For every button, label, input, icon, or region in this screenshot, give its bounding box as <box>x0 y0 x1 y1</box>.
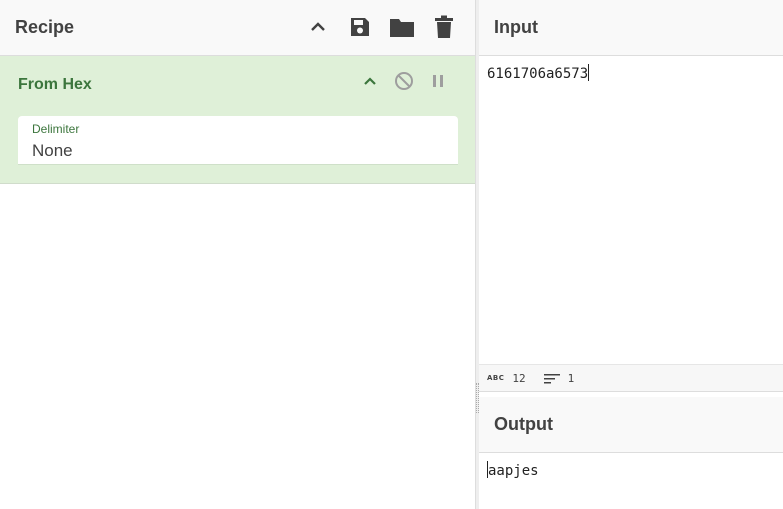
disable-icon[interactable] <box>393 70 415 92</box>
operation-from-hex[interactable]: From Hex Delimiter None <box>0 56 475 184</box>
operation-controls <box>359 70 449 92</box>
output-text: aapjes <box>488 463 539 479</box>
text-cursor <box>588 64 590 81</box>
pause-icon[interactable] <box>427 70 449 92</box>
abc-icon: ABC <box>487 374 505 382</box>
app-root: Recipe From Hex Delimiter None Input 616… <box>0 0 783 509</box>
chevron-up-icon[interactable] <box>305 14 331 40</box>
input-header: Input <box>479 0 783 56</box>
recipe-title: Recipe <box>15 17 75 37</box>
delimiter-label: Delimiter <box>32 122 80 136</box>
trash-icon[interactable] <box>431 14 457 40</box>
output-textarea[interactable]: aapjes <box>487 461 539 479</box>
collapse-operation-icon[interactable] <box>359 70 381 92</box>
operation-title: From Hex <box>18 76 92 93</box>
input-title: Input <box>494 17 538 37</box>
output-header: Output <box>479 397 783 453</box>
output-title: Output <box>494 414 553 434</box>
recipe-toolbar <box>305 14 457 40</box>
char-count: ABC 12 <box>487 372 526 385</box>
line-count: 1 <box>543 371 575 385</box>
char-count-value: 12 <box>512 371 526 385</box>
input-textarea[interactable]: 6161706a6573 <box>487 64 590 82</box>
recipe-pane: Recipe From Hex Delimiter None <box>0 0 476 509</box>
delimiter-value[interactable]: None <box>32 141 73 161</box>
input-status-bar: ABC 12 1 <box>479 364 783 392</box>
input-text: 6161706a6573 <box>487 66 589 82</box>
output-pane: Output aapjes <box>479 397 783 509</box>
lines-icon <box>543 373 560 383</box>
input-pane: Input 6161706a6573 ABC 12 1 <box>479 0 783 392</box>
folder-icon[interactable] <box>389 14 415 40</box>
save-icon[interactable] <box>347 14 373 40</box>
delimiter-field[interactable]: Delimiter None <box>18 116 458 165</box>
recipe-header: Recipe <box>0 0 475 56</box>
line-count-value: 1 <box>567 371 575 385</box>
